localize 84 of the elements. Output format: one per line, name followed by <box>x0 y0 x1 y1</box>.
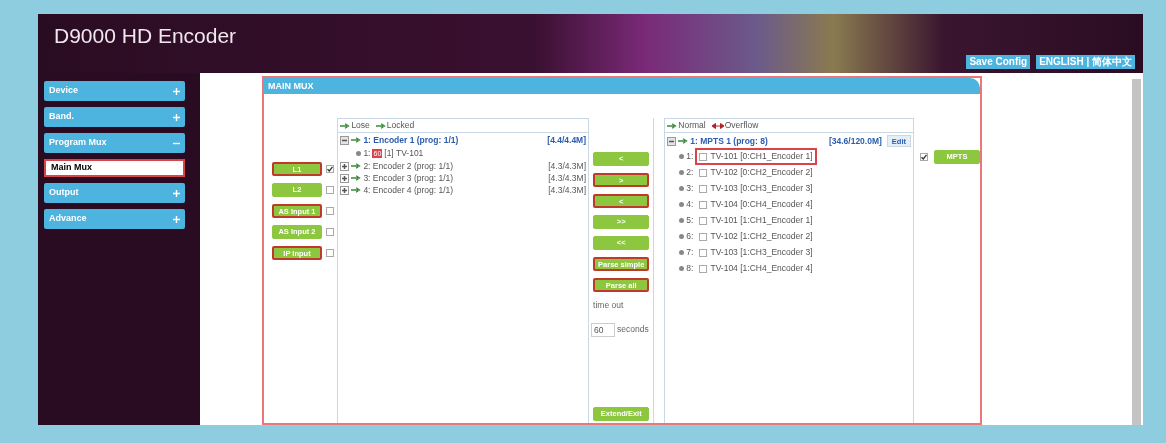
checkbox[interactable] <box>699 184 708 193</box>
expand-toggle[interactable] <box>340 173 350 183</box>
tree-index: 1: <box>686 150 694 163</box>
tree-node-label[interactable]: 1: Encoder 1 (prog: 1/1) <box>363 133 546 147</box>
program-label: TV-101 [1:CH1_Encoder 1] <box>710 214 813 227</box>
legend-label: Locked <box>386 119 415 132</box>
arrow-icon <box>375 122 386 129</box>
language-link[interactable]: ENGLISH | 简体中文 <box>1036 55 1135 69</box>
program-label: TV-102 [0:CH2_Encoder 2] <box>710 166 813 179</box>
collapse-toggle[interactable] <box>667 136 677 146</box>
program-row[interactable]: TV-101 [1:CH1_Encoder 1] <box>695 212 817 229</box>
arrow-icon <box>678 138 689 144</box>
scrollbar[interactable] <box>1132 79 1141 425</box>
checkbox[interactable] <box>326 165 334 173</box>
collapse-toggle[interactable] <box>340 135 350 145</box>
program-label: TV-102 [1:CH2_Encoder 2] <box>710 230 813 243</box>
checkbox[interactable] <box>326 207 334 215</box>
checkbox[interactable] <box>699 200 708 209</box>
rate-text: [4.3/4.3M] <box>548 159 587 173</box>
program-row[interactable]: TV-103 [0:CH3_Encoder 3] <box>695 180 817 197</box>
sidebar-item[interactable]: Device <box>44 81 185 101</box>
expand-toggle[interactable] <box>340 161 350 171</box>
rate-text: [4.3/4.3M] <box>548 171 587 185</box>
rate-text: [4.4/4.4M] <box>547 133 587 147</box>
program-label: TV-104 [1:CH4_Encoder 4] <box>710 262 813 275</box>
sidebar-item[interactable]: Advance <box>44 209 185 229</box>
arrow-icon <box>351 163 362 169</box>
program-label[interactable]: [1] TV-101 <box>384 146 424 160</box>
tree-index: 8: <box>686 262 694 275</box>
checkbox[interactable] <box>699 232 708 241</box>
sidebar-item[interactable]: Main Mux <box>44 159 185 177</box>
seconds-label: seconds <box>617 323 649 337</box>
checkbox[interactable] <box>699 216 708 225</box>
checkbox[interactable] <box>326 249 334 257</box>
checkbox[interactable] <box>699 168 708 177</box>
app-title: D9000 HD Encoder <box>54 23 237 49</box>
tree-index: 6: <box>686 230 694 243</box>
legend-label: Overflow <box>724 119 759 132</box>
program-label: TV-104 [0:CH4_Encoder 4] <box>710 198 813 211</box>
tree-index: 2: <box>686 166 694 179</box>
sidebar-item[interactable]: Output <box>44 183 185 203</box>
rate-text: [34.6/120.0M] <box>828 134 882 148</box>
save-config-button[interactable]: Save Config <box>966 55 1031 69</box>
legend-label: Normal <box>678 119 706 132</box>
checkbox[interactable] <box>920 153 928 161</box>
expand-toggle[interactable] <box>340 185 350 195</box>
checkbox[interactable] <box>326 228 334 236</box>
check-icon <box>921 154 927 160</box>
program-row[interactable]: TV-104 [0:CH4_Encoder 4] <box>695 196 817 213</box>
tree-node-label[interactable]: 1: MPTS 1 (prog: 8) <box>690 134 827 148</box>
program-label: TV-103 [0:CH3_Encoder 3] <box>710 182 813 195</box>
sidebar-item[interactable]: Band. <box>44 107 185 127</box>
tree-index: 3: <box>686 182 694 195</box>
checkbox[interactable] <box>699 152 708 161</box>
checkbox[interactable] <box>699 248 708 257</box>
arrow-icon <box>340 122 351 129</box>
timeout-field[interactable]: 60 <box>591 322 616 337</box>
program-row[interactable]: TV-102 [1:CH2_Encoder 2] <box>695 228 817 245</box>
checkbox[interactable] <box>699 264 708 273</box>
program-row[interactable]: TV-103 [1:CH3_Encoder 3] <box>695 244 817 261</box>
arrow-icon <box>351 175 362 181</box>
arrow-icon <box>667 122 678 129</box>
panel-title: MAIN MUX <box>264 78 980 94</box>
timeout-label: time out <box>592 299 624 312</box>
program-row[interactable]: TV-102 [0:CH2_Encoder 2] <box>695 164 817 181</box>
checkbox[interactable] <box>326 186 334 194</box>
rate-text: [4.3/4.3M] <box>548 183 587 197</box>
tree-index: 4: <box>686 198 694 211</box>
tree-index: 1: <box>363 146 371 160</box>
arrow-icon <box>351 187 362 193</box>
tree-node-label[interactable]: 3: Encoder 3 (prog: 1/1) <box>363 171 547 185</box>
sidebar-item[interactable]: Program Mux <box>44 133 185 153</box>
legend-label: Lose <box>351 119 370 132</box>
tree-node-label[interactable]: 2: Encoder 2 (prog: 1/1) <box>363 159 547 173</box>
tree-node-label[interactable]: 4: Encoder 4 (prog: 1/1) <box>363 183 547 197</box>
arrow-icon <box>351 137 362 143</box>
tree-index: 5: <box>686 214 694 227</box>
program-row[interactable]: TV-101 [0:CH1_Encoder 1] <box>695 148 817 165</box>
tree-index: 7: <box>686 246 694 259</box>
check-icon <box>327 166 333 172</box>
program-row[interactable]: TV-104 [1:CH4_Encoder 4] <box>695 260 817 277</box>
program-label: TV-103 [1:CH3_Encoder 3] <box>710 246 813 259</box>
double-arrow-icon <box>711 122 724 129</box>
program-label: TV-101 [0:CH1_Encoder 1] <box>710 150 813 163</box>
